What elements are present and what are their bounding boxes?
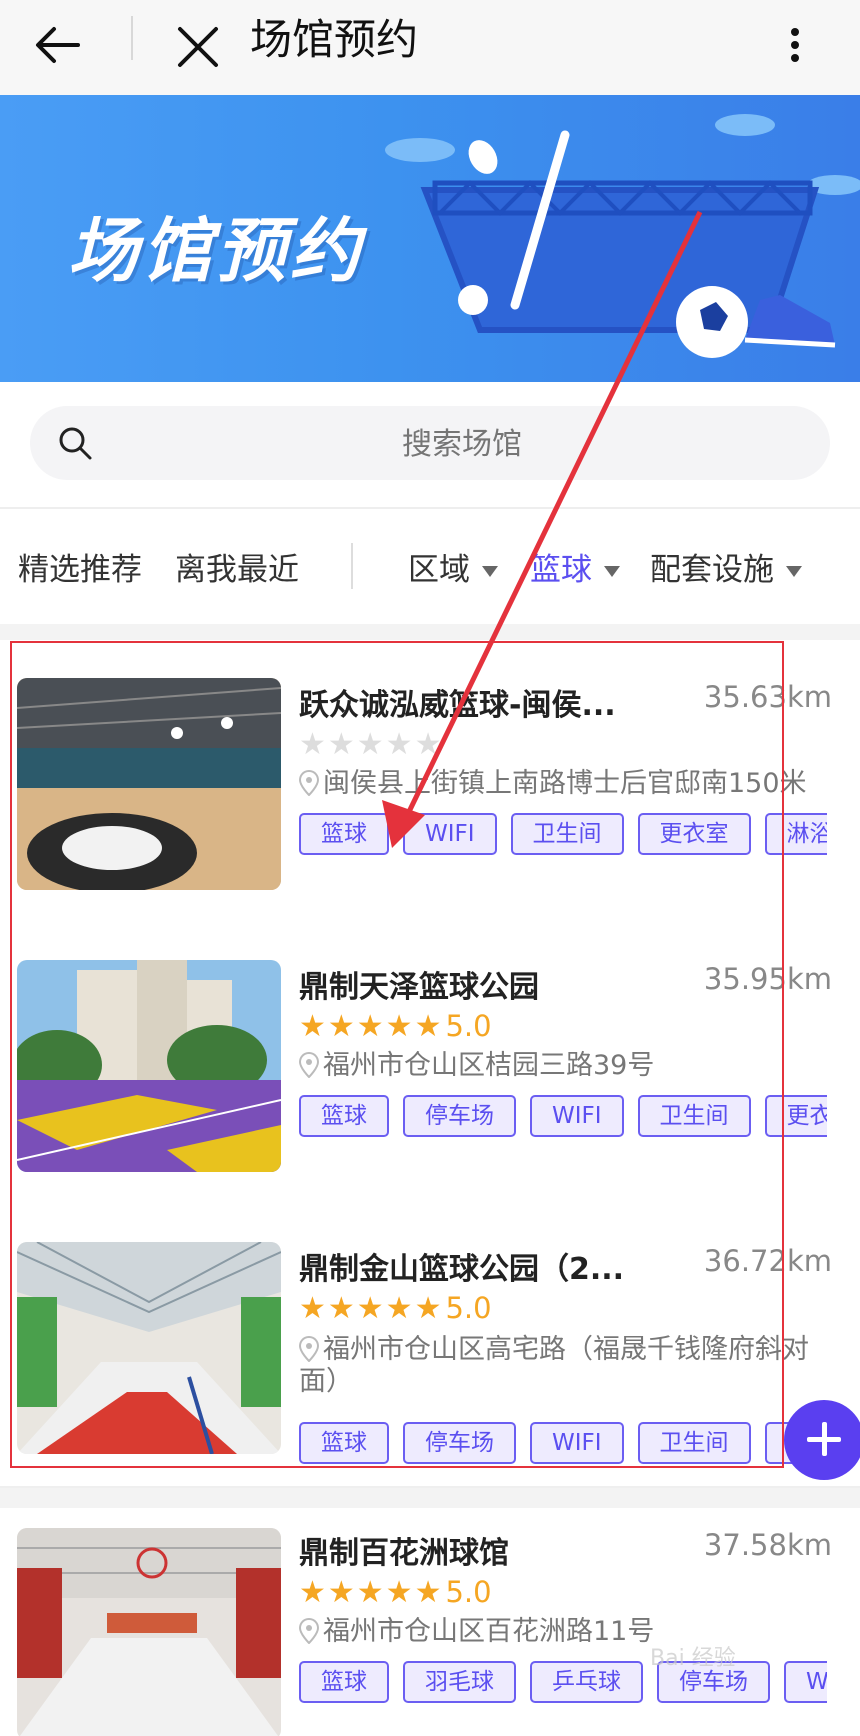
watermark: Bai 经验 [650, 1646, 736, 1671]
arrow-left-icon[interactable] [30, 15, 90, 75]
facility-tags: 篮球羽毛球乒乓球停车场WIFI [299, 1661, 827, 1705]
search-section [0, 382, 860, 507]
filter-facilities[interactable]: 配套设施 [650, 544, 802, 589]
venue-distance: 37.58km [703, 1528, 832, 1562]
close-icon[interactable] [170, 15, 226, 75]
list-separator [0, 1488, 860, 1508]
more-vertical-icon[interactable] [780, 14, 810, 74]
venue-address-text: 福州市仓山区百花洲路11号 [323, 1616, 655, 1647]
page-title: 场馆预约 [250, 15, 419, 64]
facility-tag: 羽毛球 [403, 1661, 516, 1703]
facility-tag: WIFI [784, 1661, 827, 1703]
venue-card[interactable]: 鼎制百花洲球馆 37.58km ★★★★★5.0 福州市仓山区百花洲路11号 篮… [0, 1508, 860, 1736]
search-bar[interactable] [30, 406, 830, 480]
header-divider [131, 16, 133, 60]
star-icon: ★★★★★ [299, 1575, 444, 1610]
highlight-box [10, 641, 784, 1468]
rating-stars: ★★★★★5.0 [299, 1575, 492, 1610]
plus-icon [822, 1422, 827, 1456]
filter-region-label: 区域 [408, 552, 470, 588]
banner: 场馆预约 [0, 95, 860, 382]
search-icon [59, 427, 92, 460]
facility-tag: 乒乓球 [530, 1661, 643, 1703]
filter-divider [351, 543, 353, 589]
filter-sport-label: 篮球 [530, 552, 592, 588]
filter-sport[interactable]: 篮球 [530, 544, 620, 589]
filter-bar: 精选推荐 离我最近 区域 篮球 配套设施 [0, 507, 860, 624]
venue-address: 福州市仓山区百花洲路11号 [299, 1616, 819, 1648]
caret-down-icon [604, 566, 620, 577]
filter-nearest[interactable]: 离我最近 [175, 544, 299, 589]
venue-name: 鼎制百花洲球馆 [299, 1536, 509, 1571]
location-pin-icon [299, 1618, 319, 1644]
filter-facilities-label: 配套设施 [650, 552, 774, 588]
caret-down-icon [786, 566, 802, 577]
rating-score: 5.0 [445, 1575, 492, 1609]
venue-thumbnail [17, 1528, 281, 1736]
filter-featured[interactable]: 精选推荐 [18, 544, 142, 589]
search-input[interactable] [130, 418, 794, 470]
banner-title: 场馆预约 [68, 210, 364, 292]
filter-region[interactable]: 区域 [408, 544, 498, 589]
facility-tag: 篮球 [299, 1661, 389, 1703]
caret-down-icon [482, 566, 498, 577]
top-bar: 场馆预约 [0, 0, 860, 95]
add-button[interactable] [784, 1400, 860, 1480]
